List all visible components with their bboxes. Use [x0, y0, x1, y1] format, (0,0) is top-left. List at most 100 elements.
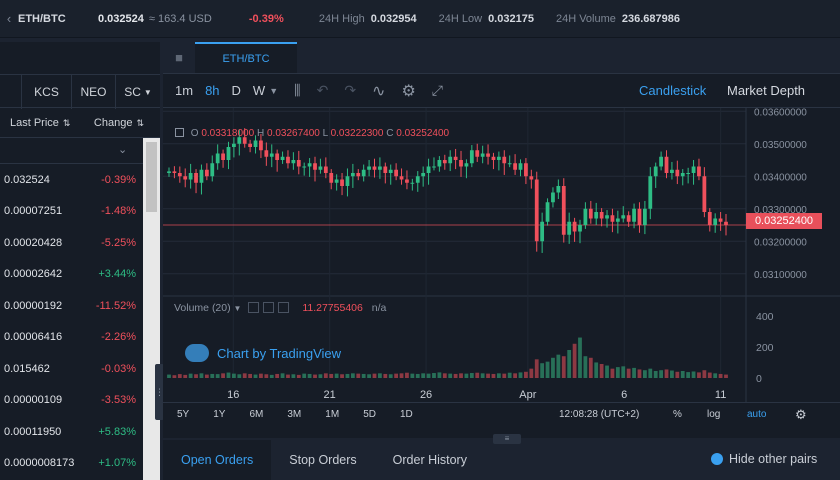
- table-row[interactable]: 0.00006416 -2.26%: [0, 322, 160, 354]
- table-row[interactable]: 0.00000109 -3.53%: [0, 385, 160, 417]
- undo-icon[interactable]: ↶: [317, 82, 329, 99]
- percent-toggle[interactable]: %: [673, 409, 682, 420]
- scrollbar-thumb[interactable]: [146, 142, 157, 212]
- volume-bar: [486, 373, 490, 378]
- timeframe-5d[interactable]: 5D: [363, 409, 376, 420]
- volume-bar: [345, 373, 350, 378]
- volume-bar: [615, 367, 620, 378]
- candle-body: [615, 218, 620, 222]
- volume-bar: [210, 373, 215, 378]
- table-row[interactable]: 0.0000008173 +1.07%: [0, 448, 160, 480]
- volume-bar: [594, 362, 599, 378]
- table-row[interactable]: 0.00002642 +3.44%: [0, 259, 160, 291]
- ohlc-low: 0.03222300: [330, 128, 384, 139]
- header-last-price-label: Last Price: [10, 116, 59, 129]
- market-tab-kcs[interactable]: KCS: [22, 75, 72, 109]
- volume-bar: [318, 374, 323, 378]
- volume-bar: [648, 368, 653, 378]
- volume-label[interactable]: Volume (20): [174, 302, 231, 314]
- volume-bar: [610, 368, 615, 378]
- chart-time[interactable]: 12:08:28 (UTC+2): [559, 409, 639, 420]
- volume-bar: [675, 371, 680, 378]
- fullscreen-icon[interactable]: ⤢: [432, 82, 443, 99]
- table-row[interactable]: 0.032524 -0.39%: [0, 164, 160, 196]
- candle-body: [437, 160, 442, 167]
- candle-body: [421, 173, 426, 177]
- eye-icon[interactable]: [248, 302, 260, 313]
- market-tab-sc[interactable]: SC ▼: [116, 75, 160, 109]
- ticker-price: 0.032524: [98, 12, 144, 25]
- gear-icon[interactable]: ⚙: [795, 407, 807, 423]
- candle-body: [356, 173, 361, 177]
- square-icon[interactable]: ■: [163, 42, 195, 73]
- candle-body: [675, 169, 680, 177]
- candle-body: [588, 208, 593, 219]
- collapse-icon[interactable]: [175, 128, 184, 137]
- candle-body: [215, 153, 220, 164]
- interval-8h[interactable]: 8h: [205, 83, 219, 98]
- tab-stop-orders[interactable]: Stop Orders: [271, 440, 374, 480]
- header-last-price[interactable]: Last Price ⇅: [0, 117, 80, 129]
- candle-body: [680, 173, 685, 177]
- volume-bar: [702, 370, 707, 378]
- hide-other-pairs[interactable]: Hide other pairs: [711, 452, 817, 466]
- table-row[interactable]: 0.00011950 +5.83%: [0, 416, 160, 448]
- volume-bar: [556, 354, 561, 378]
- candle-body: [459, 160, 463, 167]
- timeframe-1m[interactable]: 1M: [325, 409, 339, 420]
- chevron-left-icon[interactable]: ‹: [0, 11, 18, 26]
- row-price: 0.00002642: [4, 268, 63, 281]
- table-row[interactable]: 0.00020428 -5.25%: [0, 227, 160, 259]
- interval-d[interactable]: D: [232, 83, 241, 98]
- timeframe-1d[interactable]: 1D: [400, 409, 413, 420]
- tab-eth-btc[interactable]: ETH/BTC: [195, 42, 297, 73]
- market-tab-prev[interactable]: [0, 75, 22, 109]
- timeframe-1y[interactable]: 1Y: [213, 409, 225, 420]
- indicator-icon[interactable]: ∿: [372, 81, 385, 101]
- header-change[interactable]: Change ⇅: [80, 117, 144, 129]
- checkbox-checked-icon[interactable]: [711, 453, 723, 465]
- candle-body: [432, 166, 436, 168]
- market-tab-neo[interactable]: NEO: [72, 75, 116, 109]
- candle-type-icon[interactable]: ⫼: [294, 82, 300, 99]
- close-icon[interactable]: [278, 302, 290, 313]
- caret-down-icon[interactable]: ▼: [269, 86, 278, 96]
- caret-down-icon[interactable]: ▼: [234, 304, 242, 313]
- volume-bar: [296, 374, 301, 378]
- volume-tick-label: 0: [756, 373, 762, 385]
- volume-bar: [253, 374, 258, 378]
- volume-bar: [491, 373, 496, 378]
- timeframe-5y[interactable]: 5Y: [177, 409, 189, 420]
- resize-handle[interactable]: ≡: [493, 434, 521, 444]
- market-filter[interactable]: ⌄: [0, 138, 160, 164]
- table-row[interactable]: 0.00007251 -1.48%: [0, 196, 160, 228]
- timeframe-6m[interactable]: 6M: [249, 409, 263, 420]
- ticker-pair[interactable]: ETH/BTC: [18, 13, 98, 25]
- ohlc-c-label: C: [386, 128, 394, 139]
- volume-bar: [697, 372, 701, 378]
- interval-1m[interactable]: 1m: [175, 83, 193, 98]
- redo-icon[interactable]: ↷: [344, 82, 356, 99]
- volume-bar: [561, 356, 566, 378]
- timeframe-3m[interactable]: 3M: [287, 409, 301, 420]
- interval-w[interactable]: W: [253, 83, 265, 98]
- log-toggle[interactable]: log: [707, 409, 720, 420]
- candle-body: [329, 173, 334, 183]
- auto-toggle[interactable]: auto: [747, 409, 766, 420]
- tab-open-orders[interactable]: Open Orders: [163, 440, 272, 480]
- candle-body: [259, 140, 263, 151]
- row-change: +5.83%: [98, 425, 136, 438]
- view-market-depth[interactable]: Market Depth: [727, 83, 805, 98]
- row-price: 0.00007251: [4, 205, 63, 218]
- table-row[interactable]: 0.015462 -0.03%: [0, 353, 160, 385]
- candle-body: [399, 176, 404, 180]
- tab-order-history[interactable]: Order History: [375, 440, 485, 480]
- view-candlestick[interactable]: Candlestick: [639, 83, 706, 98]
- table-row[interactable]: 0.00000192 -11.52%: [0, 290, 160, 322]
- tradingview-watermark[interactable]: Chart by TradingView: [185, 344, 341, 362]
- candle-body: [291, 160, 296, 164]
- gear-icon[interactable]: ⚙: [401, 81, 415, 101]
- settings-icon[interactable]: [263, 302, 275, 313]
- candle-body: [340, 179, 344, 186]
- row-price: 0.00000109: [4, 394, 63, 407]
